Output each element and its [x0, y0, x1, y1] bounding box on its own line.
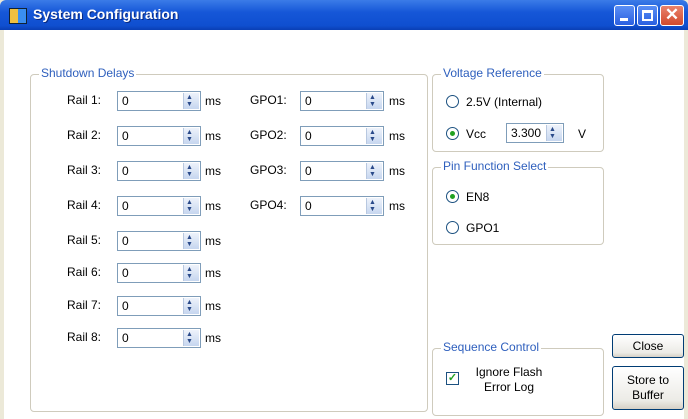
- rail-5-unit: ms: [205, 234, 221, 248]
- rail-2-value: 0: [122, 129, 129, 143]
- rail-4-label: Rail 4:: [67, 198, 102, 212]
- sequence-control-title: Sequence Control: [441, 340, 542, 354]
- voltage-reference-title: Voltage Reference: [441, 66, 544, 80]
- window-title: System Configuration: [33, 6, 179, 22]
- rail-3-unit: ms: [205, 164, 221, 178]
- rail-1-input[interactable]: 0 ▲ ▼: [117, 91, 201, 111]
- rail-7-input[interactable]: 0 ▲ ▼: [117, 296, 201, 316]
- rail-6-input[interactable]: 0 ▲ ▼: [117, 263, 201, 283]
- gpo-2-label: GPO2:: [250, 128, 287, 142]
- spinner-icon[interactable]: ▲ ▼: [366, 163, 382, 179]
- store-to-buffer-button[interactable]: Store to Buffer: [612, 366, 684, 410]
- gpo1-option-label[interactable]: GPO1: [466, 221, 499, 235]
- spinner-icon[interactable]: ▲ ▼: [183, 298, 199, 314]
- radio-gpo1[interactable]: [446, 221, 459, 234]
- gpo-4-value: 0: [305, 199, 312, 213]
- radio-internal[interactable]: [446, 95, 459, 108]
- rail-6-unit: ms: [205, 266, 221, 280]
- rail-7-label: Rail 7:: [67, 298, 102, 312]
- vcc-voltage-value: 3.300: [511, 126, 542, 140]
- spinner-icon[interactable]: ▲ ▼: [366, 93, 382, 109]
- rail-2-unit: ms: [205, 129, 221, 143]
- minimize-icon: [620, 18, 628, 21]
- rail-8-unit: ms: [205, 331, 221, 345]
- rail-6-value: 0: [122, 266, 129, 280]
- spinner-icon[interactable]: ▲ ▼: [546, 125, 562, 141]
- shutdown-delays-title: Shutdown Delays: [39, 66, 137, 80]
- rail-7-value: 0: [122, 299, 129, 313]
- store-button-line2: Buffer: [632, 388, 664, 402]
- rail-5-input[interactable]: 0 ▲ ▼: [117, 231, 201, 251]
- rail-3-input[interactable]: 0 ▲ ▼: [117, 161, 201, 181]
- store-button-line1: Store to: [626, 373, 670, 387]
- gpo-1-unit: ms: [389, 94, 405, 108]
- gpo-2-input[interactable]: 0 ▲ ▼: [300, 126, 384, 146]
- close-button[interactable]: Close: [612, 334, 684, 358]
- ignore-flash-label-line2: Error Log: [483, 380, 535, 394]
- rail-6-label: Rail 6:: [67, 265, 102, 279]
- rail-5-label: Rail 5:: [67, 233, 102, 247]
- gpo-4-label: GPO4:: [250, 198, 287, 212]
- radio-vcc[interactable]: [446, 127, 459, 140]
- pin-function-group: Pin Function Select: [432, 159, 604, 245]
- en8-option-label[interactable]: EN8: [466, 190, 489, 204]
- radio-en8[interactable]: [446, 190, 459, 203]
- rail-8-value: 0: [122, 331, 129, 345]
- minimize-button[interactable]: [614, 5, 635, 26]
- rail-2-label: Rail 2:: [67, 128, 102, 142]
- spinner-icon[interactable]: ▲ ▼: [183, 128, 199, 144]
- spinner-icon[interactable]: ▲ ▼: [183, 330, 199, 346]
- rail-4-input[interactable]: 0 ▲ ▼: [117, 196, 201, 216]
- rail-2-input[interactable]: 0 ▲ ▼: [117, 126, 201, 146]
- title-bar[interactable]: System Configuration ✕: [0, 0, 688, 30]
- gpo-1-label: GPO1:: [250, 93, 287, 107]
- gpo-4-unit: ms: [389, 199, 405, 213]
- rail-3-value: 0: [122, 164, 129, 178]
- spinner-icon[interactable]: ▲ ▼: [366, 128, 382, 144]
- ignore-flash-label[interactable]: Ignore Flash Error Log: [474, 365, 544, 395]
- vcc-unit: V: [578, 127, 587, 141]
- rail-4-value: 0: [122, 199, 129, 213]
- close-icon: ✕: [664, 5, 680, 24]
- spinner-icon[interactable]: ▲ ▼: [183, 265, 199, 281]
- dialog-client-area: Shutdown Delays Rail 1: 0 ▲ ▼ ms Rail 2: 0…: [4, 30, 684, 419]
- gpo-3-label: GPO3:: [250, 163, 287, 177]
- vcc-option-label[interactable]: Vcc: [466, 127, 486, 141]
- gpo-1-value: 0: [305, 94, 312, 108]
- close-window-button[interactable]: ✕: [660, 5, 684, 26]
- rail-8-label: Rail 8:: [67, 330, 102, 344]
- gpo-3-unit: ms: [389, 164, 405, 178]
- spinner-icon[interactable]: ▲ ▼: [183, 233, 199, 249]
- gpo-1-input[interactable]: 0 ▲ ▼: [300, 91, 384, 111]
- internal-option-label[interactable]: 2.5V (Internal): [466, 95, 542, 109]
- rail-8-input[interactable]: 0 ▲ ▼: [117, 328, 201, 348]
- gpo-3-input[interactable]: 0 ▲ ▼: [300, 161, 384, 181]
- vcc-voltage-input[interactable]: 3.300 ▲ ▼: [506, 123, 564, 143]
- gpo-2-value: 0: [305, 129, 312, 143]
- maximize-button[interactable]: [637, 5, 658, 26]
- gpo-3-value: 0: [305, 164, 312, 178]
- rail-1-unit: ms: [205, 94, 221, 108]
- rail-1-value: 0: [122, 94, 129, 108]
- ignore-flash-checkbox[interactable]: ✓: [446, 372, 459, 385]
- rail-4-unit: ms: [205, 199, 221, 213]
- rail-7-unit: ms: [205, 299, 221, 313]
- maximize-icon: [642, 10, 653, 21]
- rail-1-label: Rail 1:: [67, 93, 102, 107]
- spinner-icon[interactable]: ▲ ▼: [183, 198, 199, 214]
- gpo-2-unit: ms: [389, 129, 405, 143]
- app-icon: [9, 8, 27, 24]
- spinner-icon[interactable]: ▲ ▼: [183, 163, 199, 179]
- ignore-flash-label-line1: Ignore Flash: [475, 365, 543, 379]
- pin-function-title: Pin Function Select: [441, 159, 549, 173]
- spinner-icon[interactable]: ▲ ▼: [366, 198, 382, 214]
- spinner-icon[interactable]: ▲ ▼: [183, 93, 199, 109]
- rail-5-value: 0: [122, 234, 129, 248]
- rail-3-label: Rail 3:: [67, 163, 102, 177]
- gpo-4-input[interactable]: 0 ▲ ▼: [300, 196, 384, 216]
